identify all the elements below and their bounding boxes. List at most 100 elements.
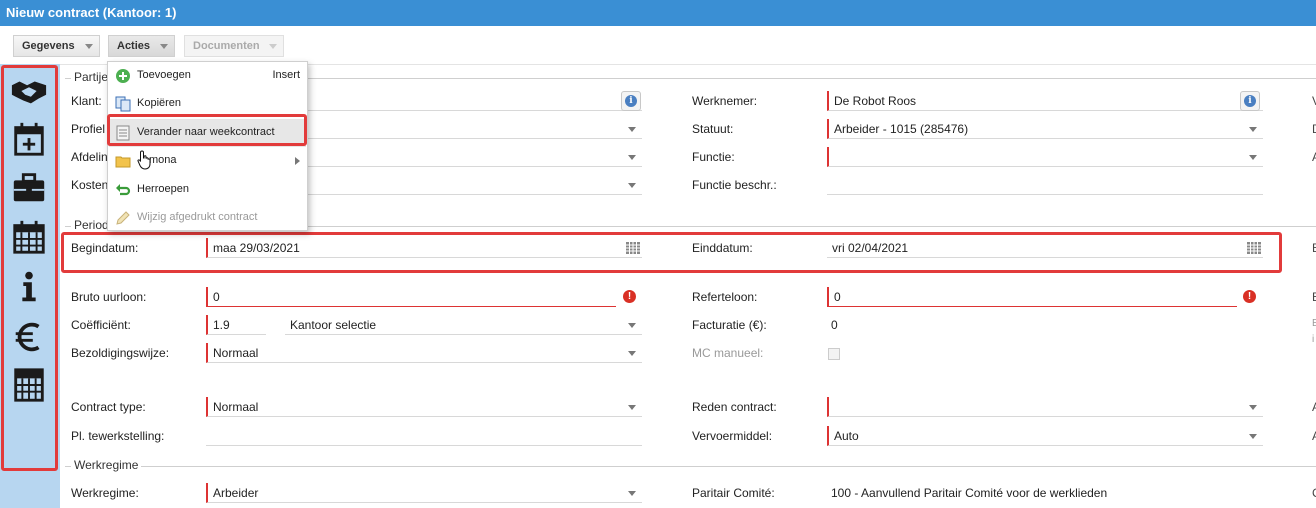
chevron-down-icon [628,155,636,160]
reden-label: Reden contract: [692,400,777,414]
menu-item-herroepen[interactable]: Herroepen [109,176,306,204]
cutoff-label: A [1312,429,1316,443]
documenten-menu-button[interactable]: Documenten [184,35,284,57]
gegevens-menu-button[interactable]: Gegevens [13,35,100,57]
chevron-down-icon [85,44,93,49]
mc-manueel-checkbox[interactable] [828,348,840,360]
sidebar-highlight-frame [1,65,58,471]
kantoor-select[interactable]: Kantoor selectie [285,315,642,335]
menu-item-label: Kopiëren [137,97,182,109]
werknemer-value: De Robot Roos [834,94,917,108]
cutoff-label: V [1312,94,1316,108]
pl-tewerkstelling-input[interactable] [206,426,642,446]
pencil-icon [116,211,130,225]
werkregime-label: Werkregime: [71,486,139,500]
mc-manueel-label: MC manueel: [692,346,764,360]
bezoldiging-select[interactable]: Normaal [206,343,642,363]
cutoff-label: E [1312,241,1316,255]
menu-item-label: Wijzig afgedrukt contract [137,211,258,223]
facturatie-label: Facturatie (€): [692,318,767,332]
klant-info-button[interactable]: i [621,91,641,111]
add-icon [116,69,130,83]
documenten-label: Documenten [193,40,260,52]
chevron-down-icon [628,405,636,410]
copy-icon [115,96,131,112]
menu-item-toevoegen[interactable]: Toevoegen Insert [109,62,306,90]
contract-type-value: Normaal [213,400,259,414]
functie-select[interactable] [827,147,1263,167]
paritair-comite-value: 100 - Aanvullend Paritair Comité voor de… [831,486,1108,500]
chevron-down-icon [628,491,636,496]
window-titlebar: Nieuw contract (Kantoor: 1) [0,0,1316,26]
bezoldiging-label: Bezoldigingswijze: [71,346,170,360]
werkregime-section-title: Werkregime [71,458,142,472]
functie-beschr-input[interactable] [827,175,1263,195]
cutoff-label: i [1312,334,1315,345]
info-icon: i [1244,95,1256,107]
menu-highlight-frame [107,114,307,146]
statuut-value: Arbeider - 1015 (285476) [834,122,969,136]
warning-icon: ! [1243,290,1256,303]
window-title: Nieuw contract (Kantoor: 1) [6,5,177,20]
vervoer-value: Auto [834,429,859,443]
coef-label: Coëfficiënt: [71,318,131,332]
coef-value: 1.9 [213,318,230,332]
kantoor-value: Kantoor selectie [290,318,377,332]
acties-dropdown-menu: Toevoegen Insert Kopiëren Verander naar … [107,61,308,231]
werknemer-select[interactable]: De Robot Roos [827,91,1263,111]
menu-item-wijzig-afgedrukt-contract[interactable]: Wijzig afgedrukt contract [109,204,306,232]
pl-tewerkstelling-label: Pl. tewerkstelling: [71,429,165,443]
bruto-value: 0 [213,290,220,304]
profiel-label: Profiel [71,122,106,136]
acties-label: Acties [117,40,151,52]
werknemer-label: Werknemer: [692,94,758,108]
vervoer-select[interactable]: Auto [827,426,1263,446]
referteloon-input[interactable]: 0 [827,287,1237,307]
cutoff-label: E [1312,290,1316,304]
chevron-down-icon [1249,127,1257,132]
chevron-down-icon [628,127,636,132]
statuut-select[interactable]: Arbeider - 1015 (285476) [827,119,1263,139]
werknemer-info-button[interactable]: i [1240,91,1260,111]
bezoldiging-value: Normaal [213,346,259,360]
toolbar: Gegevens Acties Documenten [0,26,1316,65]
partijen-section-title: Partije [71,70,112,84]
acties-menu-button[interactable]: Acties [108,35,175,57]
vervoer-label: Vervoermiddel: [692,429,773,443]
contract-type-label: Contract type: [71,400,146,414]
werkregime-divider [65,466,1316,467]
afdeling-label: Afdelin [71,150,108,164]
contract-type-select[interactable]: Normaal [206,397,642,417]
functie-label: Functie: [692,150,735,164]
period-highlight-frame [61,232,1282,273]
gegevens-label: Gegevens [22,40,75,52]
menu-item-label: Toevoegen [137,69,191,81]
warning-icon: ! [623,290,636,303]
menu-item-mona[interactable]: mona [109,147,306,175]
menu-item-shortcut: Insert [272,69,300,81]
info-icon: i [625,95,637,107]
cutoff-label: A [1312,150,1316,164]
chevron-down-icon [628,183,636,188]
menu-item-label: Herroepen [137,183,189,195]
bruto-input[interactable]: 0 [206,287,616,307]
chevron-down-icon [1249,155,1257,160]
undo-icon [116,184,131,196]
referteloon-label: Referteloon: [692,290,758,304]
werkregime-select[interactable]: Arbeider [206,483,642,503]
coef-input[interactable]: 1.9 [206,315,266,335]
chevron-down-icon [1249,405,1257,410]
folder-icon [115,156,131,168]
chevron-right-icon [295,157,300,165]
facturatie-value: 0 [831,318,838,332]
reden-select[interactable] [827,397,1263,417]
periode-section-title: Period [71,218,112,232]
hand-cursor-icon [137,150,151,170]
cutoff-label: A [1312,400,1316,414]
functie-beschr-label: Functie beschr.: [692,178,777,192]
chevron-down-icon [160,44,168,49]
bruto-label: Bruto uurloon: [71,290,147,304]
werkregime-value: Arbeider [213,486,259,500]
cutoff-label: C [1312,486,1316,500]
klant-label: Klant: [71,94,102,108]
